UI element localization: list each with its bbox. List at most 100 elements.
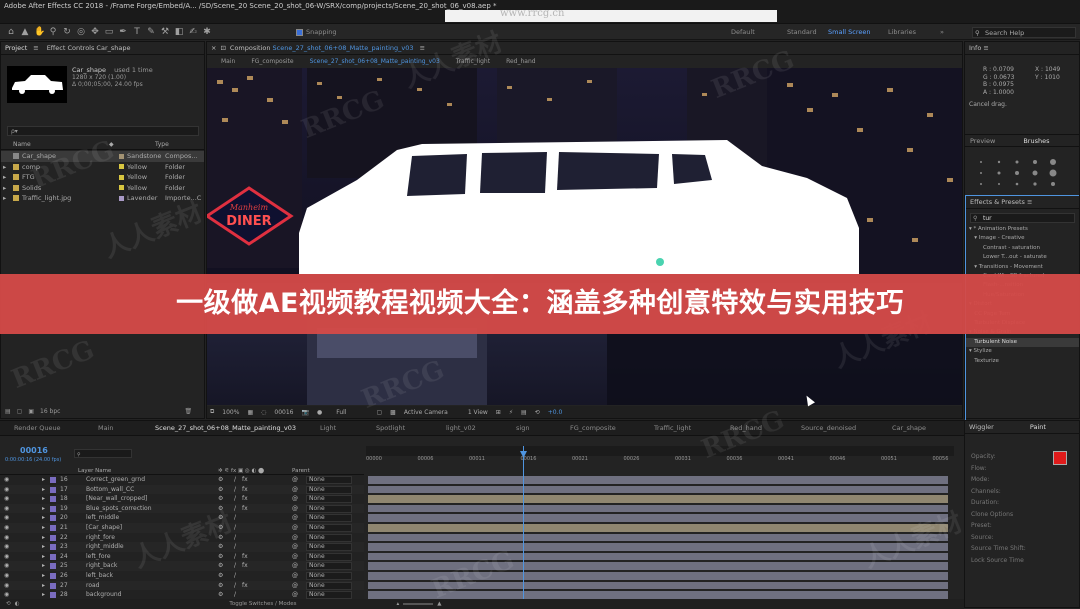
safe-zones-icon[interactable]: ▦ [247, 409, 253, 416]
parent-dropdown[interactable]: None [306, 514, 352, 523]
time-ruler[interactable]: 00000 00006 00011 00016 00021 00026 00031 00036… [366, 455, 954, 465]
quality-switch-icon[interactable]: / [234, 504, 236, 514]
shy-switch-icon[interactable]: ⚙ [218, 485, 223, 495]
tab-wiggler[interactable]: Wiggler [969, 421, 994, 433]
new-folder-icon[interactable]: ▢ [17, 408, 23, 415]
quality-switch-icon[interactable]: / [234, 581, 236, 591]
hand-tool-icon[interactable]: ✋ [34, 27, 45, 37]
timeline-tab[interactable]: sign [516, 424, 529, 432]
layer-row[interactable]: ◉ ▸ 17 Bottom_wall_CC ⚙ / fx @ None [0, 484, 364, 495]
paint-property[interactable]: Preset: [971, 520, 1051, 532]
visibility-eye-icon[interactable]: ◉ [4, 533, 9, 543]
expand-arrow-icon[interactable]: ▸ [42, 561, 45, 571]
layer-name[interactable]: [Near_wall_cropped] [86, 494, 147, 504]
parent-pickwhip-icon[interactable]: @ [292, 571, 298, 581]
quality-switch-icon[interactable]: / [234, 523, 236, 533]
visibility-eye-icon[interactable]: ◉ [4, 485, 9, 495]
col-type[interactable]: Type [155, 141, 169, 148]
parent-dropdown[interactable]: None [306, 485, 352, 494]
timeline-tab[interactable]: Light [320, 424, 336, 432]
breadcrumb-item[interactable]: FG_composite [251, 58, 293, 65]
timeline-tab[interactable]: Red_hand [730, 424, 762, 432]
effects-tree-item[interactable]: Lower T...out - saturate [966, 253, 1079, 262]
layer-row[interactable]: ◉ ▸ 27 road ⚙ / fx @ None [0, 580, 364, 591]
parent-dropdown[interactable]: None [306, 524, 352, 532]
parent-pickwhip-icon[interactable]: @ [292, 552, 298, 562]
type-tool-icon[interactable]: T [132, 27, 142, 37]
layer-duration-bar[interactable] [368, 514, 948, 523]
layer-duration-bar[interactable] [368, 543, 948, 551]
layer-duration-bar[interactable] [368, 562, 948, 571]
layer-search-input[interactable]: ⚲ [74, 449, 132, 458]
exposure-value[interactable]: +0.0 [548, 409, 563, 416]
timeline-tab[interactable]: light_v02 [446, 424, 476, 432]
project-item[interactable]: ▸ Solids Yellow Folder [1, 183, 204, 194]
panel-menu-icon[interactable]: ≡ [33, 42, 38, 54]
layer-name[interactable]: right_middle [86, 542, 124, 552]
parent-pickwhip-icon[interactable]: @ [292, 542, 298, 552]
expand-arrow-icon[interactable]: ▸ [3, 193, 6, 204]
parent-dropdown[interactable]: None [306, 533, 352, 542]
camera-dropdown[interactable]: Active Camera [404, 409, 448, 416]
layer-name[interactable]: Correct_green_grnd [86, 475, 145, 485]
quality-switch-icon[interactable]: / [234, 552, 236, 562]
pen-tool-icon[interactable]: ✒ [118, 27, 128, 37]
paint-property[interactable]: Source Time Shift: [971, 543, 1051, 555]
shy-switch-icon[interactable]: ⚙ [218, 571, 223, 581]
parent-pickwhip-icon[interactable]: @ [292, 523, 298, 533]
tab-effect-controls[interactable]: Effect Controls Car_shape [47, 42, 131, 54]
layer-row[interactable]: ◉ ▸ 23 right_middle ⚙ / @ None [0, 542, 364, 552]
visibility-eye-icon[interactable]: ◉ [4, 494, 9, 504]
expand-modes-icon[interactable]: ◐ [15, 601, 20, 607]
parent-pickwhip-icon[interactable]: @ [292, 533, 298, 543]
parent-pickwhip-icon[interactable]: @ [292, 494, 298, 504]
project-item[interactable]: ▸ comp Yellow Folder [1, 162, 204, 173]
shy-switch-icon[interactable]: ⚙ [218, 542, 223, 552]
fx-switch-icon[interactable]: fx [242, 504, 248, 514]
label-swatch[interactable]: Sandstone [118, 151, 161, 162]
col-parent[interactable]: Parent [292, 468, 310, 474]
home-icon[interactable]: ⌂ [6, 27, 16, 37]
timeline-tab[interactable]: Main [98, 424, 114, 432]
toggle-switches-modes[interactable]: Toggle Switches / Modes [229, 601, 296, 607]
timeline-tab[interactable]: Source_denoised [801, 424, 856, 432]
label-swatch[interactable]: Yellow [118, 172, 147, 183]
effects-tree-item[interactable]: Texturize [966, 357, 1079, 366]
layer-label-icon[interactable] [50, 486, 56, 493]
expand-arrow-icon[interactable]: ▸ [3, 183, 6, 194]
new-comp-icon[interactable]: ▣ [28, 408, 34, 415]
fx-switch-icon[interactable]: fx [242, 581, 248, 591]
layer-row[interactable]: ◉ ▸ 20 left_middle ⚙ / @ None [0, 513, 364, 523]
parent-dropdown[interactable]: None [306, 476, 352, 484]
layer-row[interactable]: ◉ ▸ 16 Correct_green_grnd ⚙ / fx @ None [0, 475, 364, 485]
layer-row[interactable]: ◉ ▸ 19 Blue_spots_correction ⚙ / fx @ None [0, 503, 364, 514]
interpret-footage-icon[interactable]: ▤ [5, 408, 11, 415]
current-time-indicator[interactable] [523, 446, 524, 609]
breadcrumb-item[interactable]: Main [221, 58, 235, 65]
layer-label-icon[interactable] [50, 525, 56, 531]
layer-label-icon[interactable] [50, 592, 56, 599]
timeline-icon[interactable]: ▤ [521, 409, 527, 416]
layer-label-icon[interactable] [50, 515, 56, 522]
parent-pickwhip-icon[interactable]: @ [292, 485, 298, 495]
col-name[interactable]: Name [13, 141, 109, 148]
quality-switch-icon[interactable]: / [234, 475, 236, 485]
breadcrumb-item[interactable]: Red_hand [506, 58, 536, 65]
always-preview-icon[interactable]: ⧉ [210, 408, 214, 416]
effects-tree-item[interactable]: ▾ Image - Creative [966, 234, 1079, 243]
effects-tree-item[interactable]: ▾ Transitions - Movement [966, 263, 1079, 272]
shy-switch-icon[interactable]: ⚙ [218, 504, 223, 514]
layer-label-icon[interactable] [50, 534, 56, 541]
col-layer-name[interactable]: Layer Name [78, 468, 218, 474]
label-icon[interactable]: ◆ [109, 141, 155, 148]
paint-property[interactable]: Flow: [971, 463, 1051, 475]
project-search-input[interactable]: ρ▾ [7, 126, 199, 136]
visibility-eye-icon[interactable]: ◉ [4, 571, 9, 581]
panel-menu-icon[interactable]: ≡ [1027, 198, 1032, 206]
tab-paint[interactable]: Paint [1030, 421, 1046, 433]
tab-project[interactable]: Project [5, 42, 27, 54]
layer-name[interactable]: road [86, 581, 100, 591]
layer-duration-bar[interactable] [368, 495, 948, 503]
panel-menu-icon[interactable]: ≡ [420, 42, 425, 54]
parent-pickwhip-icon[interactable]: @ [292, 513, 298, 523]
